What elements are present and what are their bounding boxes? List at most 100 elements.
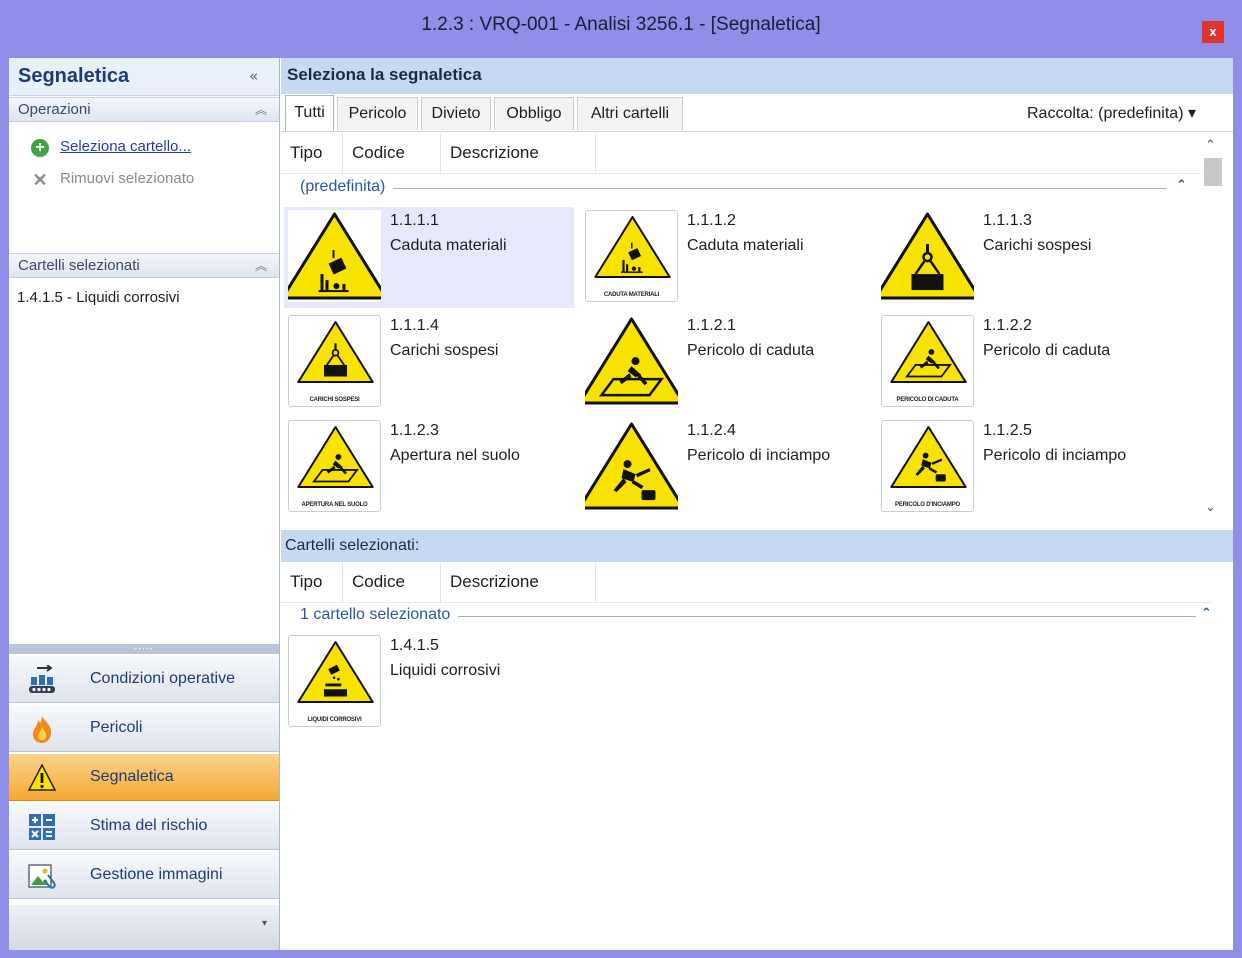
sign-description: Pericolo di inciampo bbox=[983, 447, 1127, 464]
sign-description: Caduta materiali bbox=[390, 237, 507, 254]
column-descrizione[interactable]: Descrizione bbox=[441, 134, 596, 174]
collapse-group-icon[interactable]: ⌃ bbox=[1176, 178, 1187, 193]
tab-tutti[interactable]: Tutti bbox=[285, 95, 334, 131]
tab-altri-cartelli[interactable]: Altri cartelli bbox=[577, 97, 683, 130]
sign-caption: CADUTA MATERIALI bbox=[603, 292, 660, 298]
fire-icon bbox=[33, 716, 52, 743]
group-label: (predefinita) bbox=[300, 178, 394, 196]
scroll-up-icon[interactable]: ⌃ bbox=[1205, 138, 1216, 153]
sign-item[interactable]: CADUTA MATERIALI 1.1.1.2 Caduta material… bbox=[581, 207, 871, 308]
image-attachment-icon bbox=[28, 864, 56, 889]
selected-signs-title: Cartelli selezionati: bbox=[285, 537, 420, 554]
fall-hazard-sign-icon: APERTURA NEL SUOLO bbox=[288, 420, 381, 512]
collapse-section-icon[interactable]: ︽ bbox=[255, 101, 267, 118]
sign-item[interactable]: PERICOLO D'INCIAMPO 1.1.2.5 Pericolo di … bbox=[877, 417, 1167, 518]
chevron-down-icon[interactable]: ▾ bbox=[262, 918, 267, 929]
sign-item[interactable]: 1.1.1.3 Carichi sospesi bbox=[877, 207, 1167, 308]
operations-section-header[interactable]: Operazioni ︽ bbox=[9, 97, 279, 122]
trip-hazard-sign-icon bbox=[585, 420, 678, 512]
remove-icon: ✕ bbox=[32, 170, 48, 190]
column-header-row: Tipo Codice Descrizione bbox=[281, 134, 1211, 174]
close-button[interactable]: x bbox=[1202, 21, 1224, 43]
sign-description: Pericolo di caduta bbox=[687, 342, 815, 359]
nav-condizioni-operative[interactable]: Condizioni operative bbox=[9, 655, 279, 703]
category-tabs: Tutti Pericolo Divieto Obbligo Altri car… bbox=[281, 94, 1233, 132]
operating-conditions-icon bbox=[29, 665, 55, 693]
falling-objects-sign-icon: CADUTA MATERIALI bbox=[585, 210, 678, 302]
sign-description: Apertura nel suolo bbox=[390, 447, 520, 464]
nav-pericoli[interactable]: Pericoli bbox=[9, 704, 279, 752]
column-codice[interactable]: Codice bbox=[343, 563, 441, 603]
column-tipo[interactable]: Tipo bbox=[281, 563, 343, 603]
tab-divieto[interactable]: Divieto bbox=[421, 97, 491, 130]
panel-splitter[interactable]: ..... bbox=[9, 643, 279, 654]
collection-label: Raccolta: (predefinita) bbox=[1027, 105, 1184, 122]
sign-item[interactable]: 1.1.2.1 Pericolo di caduta bbox=[581, 312, 871, 413]
nav-gestione-immagini[interactable]: Gestione immagini bbox=[9, 851, 279, 899]
suspended-load-sign-icon: CARICHI SOSPESI bbox=[288, 315, 381, 407]
sign-caption: LIQUIDI CORROSIVI bbox=[307, 717, 362, 723]
nav-label: Segnaletica bbox=[90, 768, 174, 785]
collapse-section-icon[interactable]: ︽ bbox=[255, 257, 267, 274]
nav-label: Condizioni operative bbox=[90, 670, 235, 687]
sign-item[interactable]: APERTURA NEL SUOLO 1.1.2.3 Apertura nel … bbox=[284, 417, 574, 518]
scroll-down-icon[interactable]: ⌄ bbox=[1205, 500, 1216, 515]
sign-item[interactable]: LIQUIDI CORROSIVI 1.4.1.5 Liquidi corros… bbox=[284, 632, 574, 733]
scroll-thumb[interactable] bbox=[1204, 158, 1222, 186]
sign-caption: CARICHI SOSPESI bbox=[309, 397, 360, 403]
selected-group-label: 1 cartello selezionato bbox=[300, 606, 459, 624]
sign-description: Carichi sospesi bbox=[390, 342, 499, 359]
sign-code: 1.1.2.3 bbox=[390, 422, 439, 439]
falling-objects-sign-icon bbox=[288, 210, 381, 302]
sign-code: 1.1.1.2 bbox=[687, 212, 736, 229]
selected-signs-header-label: Cartelli selezionati bbox=[18, 257, 140, 274]
sign-code: 1.1.1.4 bbox=[390, 317, 439, 334]
column-descrizione[interactable]: Descrizione bbox=[441, 563, 596, 603]
sign-item[interactable]: 1.1.2.4 Pericolo di inciampo bbox=[581, 417, 871, 518]
collapse-group-icon[interactable]: ⌃ bbox=[1201, 606, 1212, 621]
sign-item[interactable]: PERICOLO DI CADUTA 1.1.2.2 Pericolo di c… bbox=[877, 312, 1167, 413]
corrosive-sign-icon: LIQUIDI CORROSIVI bbox=[288, 635, 381, 727]
selected-sign-list-item[interactable]: 1.4.1.5 - Liquidi corrosivi bbox=[17, 289, 180, 306]
select-sign-label: Seleziona cartello... bbox=[60, 138, 191, 155]
tab-obbligo[interactable]: Obbligo bbox=[494, 97, 574, 130]
page-title: Seleziona la segnaletica bbox=[287, 65, 482, 84]
main-panel: Seleziona la segnaletica Tutti Pericolo … bbox=[281, 58, 1233, 950]
chevron-down-icon: ▾ bbox=[1187, 105, 1196, 122]
sign-description: Carichi sospesi bbox=[983, 237, 1092, 254]
column-tipo[interactable]: Tipo bbox=[281, 134, 343, 174]
trip-hazard-sign-icon: PERICOLO D'INCIAMPO bbox=[881, 420, 974, 512]
sign-code: 1.1.2.4 bbox=[687, 422, 736, 439]
operations-header-label: Operazioni bbox=[18, 101, 91, 118]
vertical-scrollbar[interactable]: ⌃ ⌄ bbox=[1201, 134, 1223, 524]
sign-description: Pericolo di inciampo bbox=[687, 447, 831, 464]
nav-segnaletica[interactable]: Segnaletica bbox=[9, 753, 279, 801]
title-bar[interactable]: 1.2.3 : VRQ-001 - Analisi 3256.1 - [Segn… bbox=[0, 0, 1242, 58]
sign-code: 1.1.1.1 bbox=[390, 212, 439, 229]
nav-label: Pericoli bbox=[90, 719, 143, 736]
remove-selected-link: ✕ Rimuovi selezionato bbox=[31, 170, 271, 192]
sign-description: Pericolo di caduta bbox=[983, 342, 1111, 359]
selected-group-row[interactable]: 1 cartello selezionato ⌃ bbox=[281, 603, 1212, 629]
collection-dropdown[interactable]: Raccolta: (predefinita) ▾ bbox=[1027, 103, 1196, 123]
selected-signs-section-header[interactable]: Cartelli selezionati ︽ bbox=[9, 253, 279, 278]
sign-caption: PERICOLO DI CADUTA bbox=[896, 397, 959, 403]
sign-description: Caduta materiali bbox=[687, 237, 804, 254]
sign-code: 1.1.2.5 bbox=[983, 422, 1032, 439]
sign-code: 1.1.1.3 bbox=[983, 212, 1032, 229]
nav-stima-del-rischio[interactable]: Stima del rischio bbox=[9, 802, 279, 850]
column-codice[interactable]: Codice bbox=[343, 134, 441, 174]
sign-code: 1.1.2.2 bbox=[983, 317, 1032, 334]
sign-caption: PERICOLO D'INCIAMPO bbox=[895, 502, 960, 508]
fall-hazard-sign-icon: PERICOLO DI CADUTA bbox=[881, 315, 974, 407]
sign-item[interactable]: 1.1.1.1 Caduta materiali bbox=[284, 207, 574, 308]
tab-pericolo[interactable]: Pericolo bbox=[337, 97, 418, 130]
sign-item[interactable]: CARICHI SOSPESI 1.1.1.4 Carichi sospesi bbox=[284, 312, 574, 413]
select-sign-link[interactable]: + Seleziona cartello... bbox=[31, 138, 271, 160]
left-panel-title: Segnaletica bbox=[18, 65, 130, 87]
window-title: 1.2.3 : VRQ-001 - Analisi 3256.1 - [Segn… bbox=[421, 14, 821, 35]
collapse-panel-icon[interactable]: « bbox=[249, 67, 258, 85]
remove-selected-label: Rimuovi selezionato bbox=[60, 170, 195, 187]
sign-description: Liquidi corrosivi bbox=[390, 662, 501, 679]
group-row[interactable]: (predefinita) ⌃ bbox=[281, 175, 1211, 201]
